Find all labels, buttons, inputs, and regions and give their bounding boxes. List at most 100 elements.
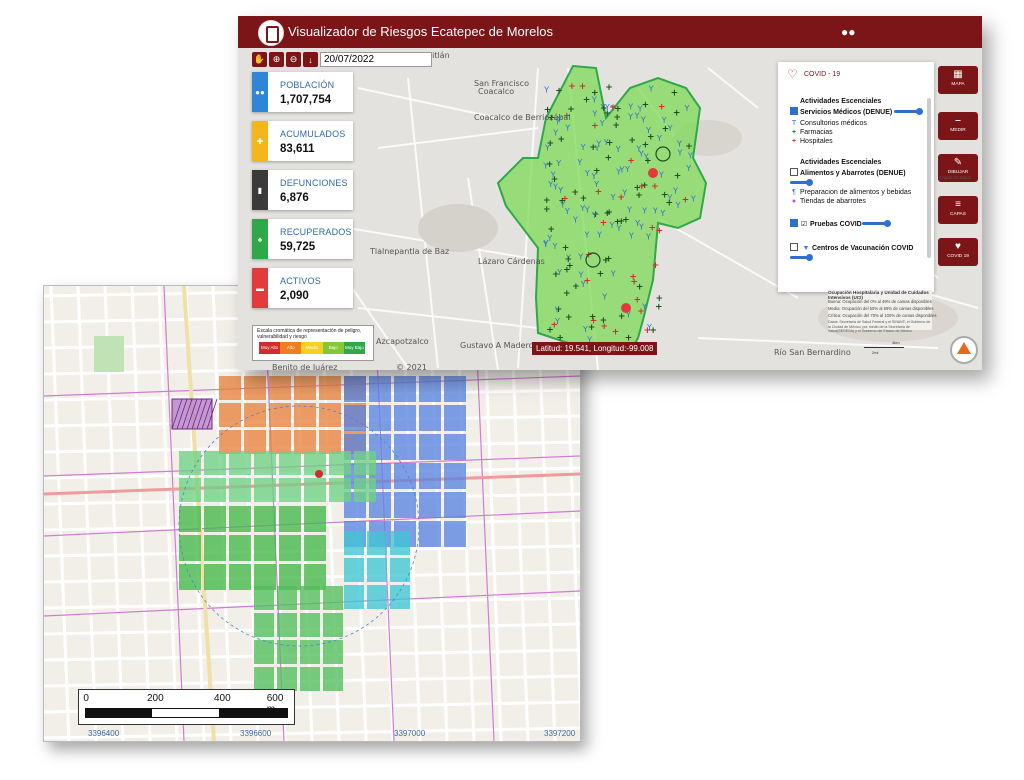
stethoscope-marker: Y [626, 205, 632, 214]
cursor-coordinates: Latitud: 19.541, Longitud:-99.008 [532, 342, 658, 355]
stat-label: ACUMULADOS [280, 129, 346, 139]
risk-block [254, 506, 276, 532]
place-label: Coacalco de Berriozábal [474, 113, 571, 122]
pharmacy-marker: + [606, 138, 614, 148]
date-input[interactable] [320, 52, 432, 67]
risk-block [179, 451, 201, 475]
checkbox-vacunacion[interactable]: ▼ Centros de Vacunación COVID [790, 243, 913, 252]
checkbox-alimentos[interactable]: Alimentos y Abarrotes (DENUE) [790, 168, 906, 177]
risk-block [323, 586, 343, 610]
layer-hospitales: + Hospitales [791, 138, 833, 145]
risk-block [367, 585, 387, 609]
stethoscope-marker: Y [577, 252, 583, 261]
pharmacy-marker: + [543, 205, 551, 215]
pharmacy-marker: + [583, 96, 591, 106]
risk-block [277, 640, 297, 664]
pharmacy-marker: + [555, 86, 563, 96]
risk-block [204, 535, 226, 561]
occupancy-source: Datos: Secretaría de Salud Federal y el … [828, 320, 931, 333]
stethoscope-marker: Y [685, 164, 691, 173]
stethoscope-marker: Y [624, 165, 630, 174]
opacity-slider[interactable] [790, 179, 813, 186]
place-label: Lázaro Cárdenas [478, 257, 545, 266]
map-toolbar: ✋ ⊕ ⊖ ↓ [252, 52, 432, 68]
stethoscope-marker: Y [601, 293, 607, 302]
scale-tick: 0 [83, 693, 89, 704]
checkbox-servicios-medicos[interactable]: Servicios Médicos (DENUE) [790, 107, 892, 116]
proteccion-civil-logo-icon [950, 336, 978, 364]
pharmacy-marker: + [565, 255, 573, 265]
download-icon[interactable]: ↓ [303, 52, 318, 67]
pharmacy-marker: + [604, 209, 612, 219]
risk-block [354, 478, 376, 502]
stethoscope-marker: Y [584, 169, 590, 178]
pharmacy-marker: + [614, 218, 622, 228]
risk-block [254, 535, 276, 561]
hospital-marker: + [656, 226, 664, 236]
pharmacy-marker: + [597, 270, 605, 280]
capas-button[interactable]: ≡ CAPAS [938, 196, 978, 224]
risk-block [419, 463, 441, 489]
stethoscope-marker: Y [676, 139, 682, 148]
risk-block [444, 492, 466, 518]
risk-block [419, 434, 441, 460]
occupancy-level: Media: Ocupación del 50% al 69% de camas… [828, 306, 934, 311]
cross-icon: + [791, 129, 797, 136]
panel-scrollbar[interactable] [927, 98, 931, 258]
pharmacy-marker: + [673, 108, 681, 118]
opacity-slider[interactable] [790, 254, 813, 261]
risk-block [304, 506, 326, 532]
pharmacy-marker: + [600, 316, 608, 326]
layer-preparacion-alimentos: ¶ Preparacion de alimentos y bebidas [790, 189, 911, 196]
risk-block [229, 506, 251, 532]
risk-block [229, 478, 251, 502]
pharmacy-marker: + [685, 142, 693, 152]
stat-value: 2,090 [280, 290, 309, 302]
municipal-logo-icon [258, 20, 284, 46]
hand-icon[interactable]: ✋ [252, 52, 267, 67]
risk-block [204, 564, 226, 590]
zoom-in-icon[interactable]: ⊕ [269, 52, 284, 67]
checkbox-pruebas-covid[interactable]: ☑ Pruebas COVID [790, 219, 862, 228]
stethoscope-marker: Y [543, 86, 549, 95]
risk-block [394, 405, 416, 431]
layer-consultorios: Т Consultorios médicos [791, 120, 867, 127]
risk-block [219, 376, 241, 400]
stethoscope-marker: Y [554, 306, 560, 315]
hospital-marker: + [633, 295, 641, 305]
pharmacy-marker: + [546, 139, 554, 149]
stethoscope-marker: Y [557, 186, 563, 195]
risk-block [277, 667, 297, 691]
stethoscope-marker: Y [572, 216, 578, 225]
opacity-slider[interactable] [862, 220, 891, 227]
covid-layer-panel: ♡ COVID - 19 Actividades Escenciales Ser… [778, 62, 934, 292]
opacity-slider[interactable] [894, 108, 923, 115]
risk-block [277, 586, 297, 610]
stethoscope-marker: Y [648, 85, 654, 94]
section-title: Actividades Escenciales [800, 98, 882, 105]
risk-block [277, 613, 297, 637]
pharmacy-marker: + [557, 135, 565, 145]
stethoscope-marker: Y [610, 193, 616, 202]
hospital-marker: + [682, 196, 690, 206]
users-icon[interactable]: ●● [841, 25, 856, 39]
coord-label: 3396400 [88, 729, 120, 738]
zoom-out-icon[interactable]: ⊖ [286, 52, 301, 67]
risk-block [204, 478, 226, 502]
pharmacy-marker: + [600, 104, 608, 114]
stethoscope-marker: Y [596, 230, 602, 239]
risk-block [279, 478, 301, 502]
vaccine-icon: ▼ [802, 245, 810, 252]
scale-bar: 0 200 400 600 m [78, 689, 295, 725]
stethoscope-marker: Y [645, 126, 651, 135]
main-map-scale: 4km 2mi [864, 340, 904, 355]
risk-block [179, 535, 201, 561]
medir-button[interactable]: ⎯ MEDIR [938, 112, 978, 140]
heart-icon: ♥ [955, 241, 961, 252]
stethoscope-marker: Y [552, 182, 558, 191]
stat-card-defunciones: ▮ DEFUNCIONES 6,876 [252, 170, 353, 210]
mapa-button[interactable]: ▦ MAPA [938, 66, 978, 94]
covid-19-button[interactable]: ♥ COVID 19 [938, 238, 978, 266]
pharmacy-marker: + [580, 194, 588, 204]
hospital-marker: + [612, 328, 620, 338]
